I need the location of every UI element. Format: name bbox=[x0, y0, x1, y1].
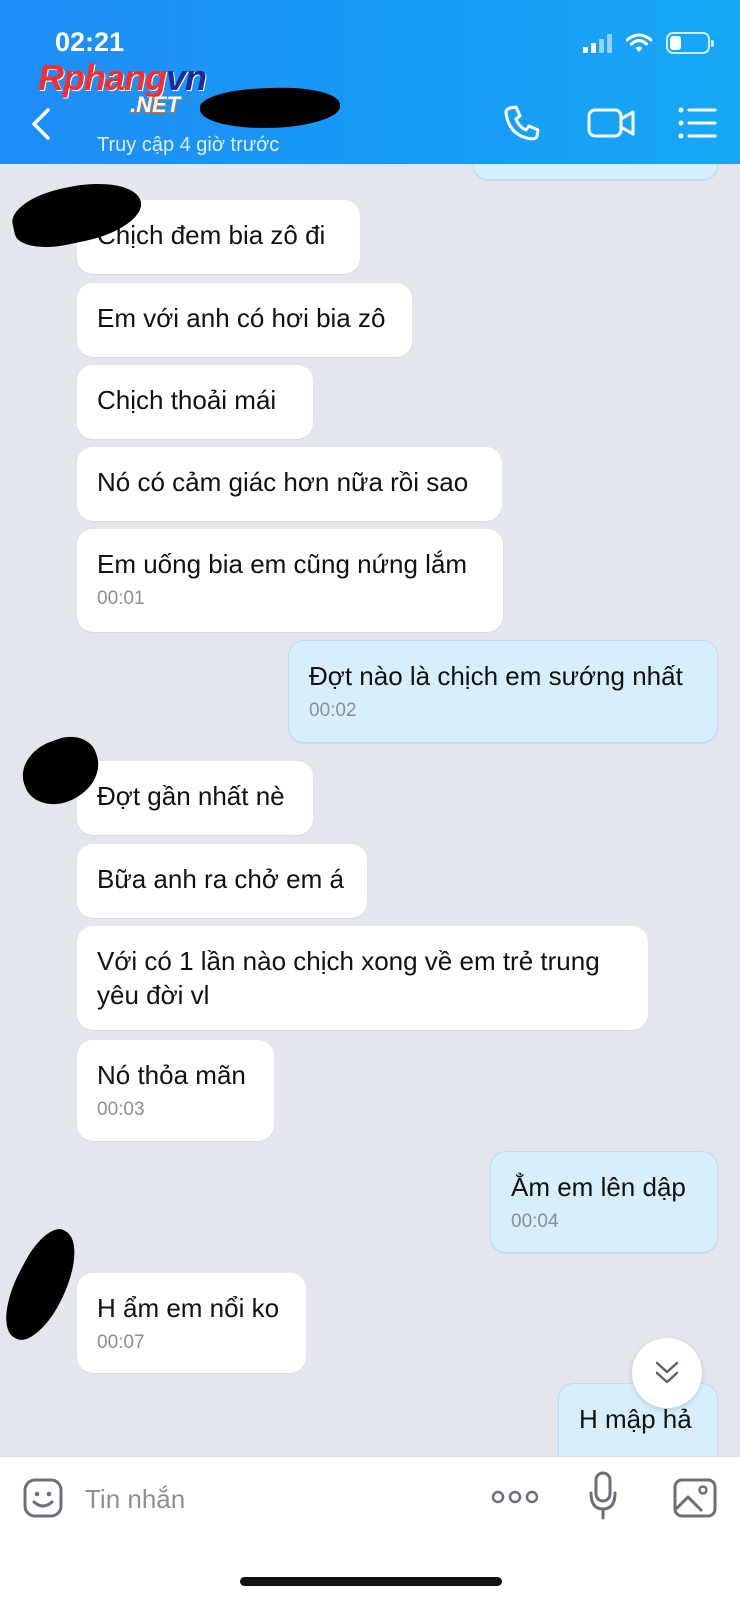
last-seen-status: Truy cập 4 giờ trước bbox=[97, 134, 280, 156]
message-text: Chịch đem bia zô đi bbox=[97, 220, 326, 250]
message-time: 00:07 bbox=[97, 1332, 145, 1353]
message-bubble-outgoing[interactable]: Ẳm em lên dập 00:04 bbox=[490, 1151, 718, 1253]
message-bubble-incoming[interactable]: Nó có cảm giác hơn nữa rồi sao bbox=[77, 447, 502, 521]
status-time: 02:21 bbox=[55, 27, 125, 57]
message-bubble-incoming[interactable]: Bữa anh ra chở em á bbox=[77, 844, 367, 918]
message-bubble-incoming[interactable]: Em với anh có hơi bia zô bbox=[77, 283, 412, 357]
chat-header: 02:21 Rphangvn .NET Truy cập 4 giờ trước bbox=[0, 0, 740, 164]
status-icons bbox=[583, 32, 714, 54]
cellular-signal-icon bbox=[583, 33, 612, 53]
message-text: Ẳm em lên dập bbox=[511, 1172, 686, 1202]
redacted-contact-name bbox=[199, 84, 341, 132]
call-button[interactable] bbox=[499, 100, 545, 146]
message-text: Chịch thoải mái bbox=[97, 385, 277, 415]
chat-menu-button[interactable] bbox=[674, 100, 720, 146]
double-chevron-down-icon bbox=[655, 1361, 679, 1384]
video-call-button[interactable] bbox=[586, 100, 638, 146]
message-text: Nó thỏa mãn bbox=[97, 1060, 246, 1090]
phone-icon bbox=[504, 105, 540, 141]
message-bubble-incoming[interactable]: Nó thỏa mãn 00:03 bbox=[77, 1040, 274, 1141]
message-text: Với có 1 lần nào chịch xong về em trẻ tr… bbox=[97, 946, 600, 1010]
battery-icon bbox=[666, 32, 714, 54]
message-bubble-incoming[interactable]: H ẩm em nổi ko 00:07 bbox=[77, 1273, 306, 1373]
message-bubble-incoming[interactable]: Chịch thoải mái bbox=[77, 365, 313, 439]
message-text: Em với anh có hơi bia zô bbox=[97, 303, 386, 333]
list-menu-icon bbox=[678, 107, 717, 139]
video-camera-icon bbox=[587, 108, 635, 138]
message-text: Đợt nào là chịch em sướng nhất bbox=[309, 661, 683, 691]
message-bubble-incoming[interactable]: Với có 1 lần nào chịch xong về em trẻ tr… bbox=[77, 926, 648, 1030]
message-time: 00:01 bbox=[97, 588, 145, 609]
scroll-to-bottom-button[interactable] bbox=[632, 1338, 702, 1408]
message-text: Em uống bia em cũng nứng lắm bbox=[97, 549, 468, 579]
message-bubble-incoming[interactable]: Đợt gần nhất nè bbox=[77, 761, 313, 835]
sticker-emoji-icon[interactable] bbox=[22, 1477, 64, 1519]
message-text: Đợt gần nhất nè bbox=[97, 781, 285, 811]
message-time: 00:04 bbox=[511, 1211, 559, 1232]
message-bubble-incoming[interactable]: Em uống bia em cũng nứng lắm 00:01 bbox=[77, 529, 503, 632]
microphone-icon[interactable] bbox=[588, 1471, 618, 1521]
home-indicator bbox=[240, 1577, 502, 1586]
message-time: 00:02 bbox=[309, 700, 357, 721]
message-input[interactable]: Tin nhắn bbox=[85, 1484, 185, 1515]
watermark-logo: Rphangvn .NET bbox=[38, 60, 207, 116]
image-gallery-icon[interactable] bbox=[672, 1477, 718, 1519]
message-text: Nó có cảm giác hơn nữa rồi sao bbox=[97, 467, 469, 497]
message-time: 00:03 bbox=[97, 1099, 145, 1120]
message-composer: Tin nhắn bbox=[0, 1456, 740, 1600]
message-text: H ẩm em nổi ko bbox=[97, 1293, 280, 1323]
more-dots-icon[interactable] bbox=[490, 1485, 540, 1509]
message-text: H mập hả bbox=[579, 1404, 692, 1434]
message-text: Bữa anh ra chở em á bbox=[97, 864, 344, 894]
message-bubble-outgoing[interactable]: Đợt nào là chịch em sướng nhất 00:02 bbox=[288, 640, 718, 743]
wifi-icon bbox=[626, 33, 652, 52]
